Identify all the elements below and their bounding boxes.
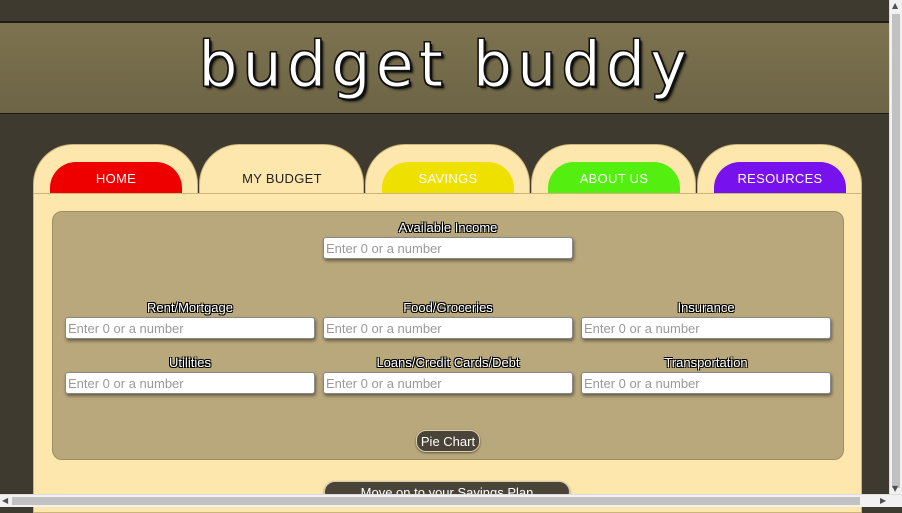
available-income-input[interactable] xyxy=(323,237,573,259)
horizontal-scroll-thumb[interactable] xyxy=(12,497,860,505)
tab-resources-label: RESOURCES xyxy=(714,162,846,195)
transportation-label: Transportation xyxy=(664,355,748,370)
arrow-right-icon[interactable]: ▶ xyxy=(880,497,886,505)
vertical-scroll-thumb[interactable] xyxy=(892,14,900,488)
tab-home-label: HOME xyxy=(50,162,182,195)
arrow-down-icon[interactable]: ▼ xyxy=(892,485,898,493)
available-income-label: Available Income xyxy=(398,220,498,235)
transportation-input[interactable] xyxy=(581,372,831,394)
vertical-scrollbar[interactable]: ▲ ▼ xyxy=(889,0,902,495)
food-groceries-label: Food/Groceries xyxy=(403,300,493,315)
nav-tabs: HOME MY BUDGET SAVINGS ABOUT US RESOURCE… xyxy=(33,144,863,195)
utilities-input[interactable] xyxy=(65,372,315,394)
arrow-up-icon[interactable]: ▲ xyxy=(892,2,898,10)
site-logo[interactable]: budget buddy xyxy=(198,27,692,101)
tab-my-budget[interactable]: MY BUDGET xyxy=(199,144,364,195)
tab-savings-label: SAVINGS xyxy=(382,162,514,195)
arrow-left-icon[interactable]: ◀ xyxy=(2,497,8,505)
pie-chart-button[interactable]: Pie Chart xyxy=(416,430,480,452)
tab-about-us[interactable]: ABOUT US xyxy=(531,144,696,195)
rent-mortgage-label: Rent/Mortgage xyxy=(147,300,233,315)
food-groceries-input[interactable] xyxy=(323,317,573,339)
utilities-label: Utilities xyxy=(169,355,211,370)
tab-home[interactable]: HOME xyxy=(33,144,198,195)
tab-resources[interactable]: RESOURCES xyxy=(697,144,862,195)
insurance-input[interactable] xyxy=(581,317,831,339)
top-band xyxy=(0,0,890,22)
insurance-label: Insurance xyxy=(677,300,735,315)
loans-debt-input[interactable] xyxy=(323,372,573,394)
tab-about-us-label: ABOUT US xyxy=(548,162,680,195)
loans-debt-label: Loans/Credit Cards/Debt xyxy=(376,355,520,370)
horizontal-scrollbar[interactable]: ◀ ▶ xyxy=(0,494,902,507)
rent-mortgage-input[interactable] xyxy=(65,317,315,339)
tab-savings[interactable]: SAVINGS xyxy=(365,144,530,195)
tab-my-budget-label: MY BUDGET xyxy=(242,171,322,186)
site-header: budget buddy xyxy=(0,22,890,114)
